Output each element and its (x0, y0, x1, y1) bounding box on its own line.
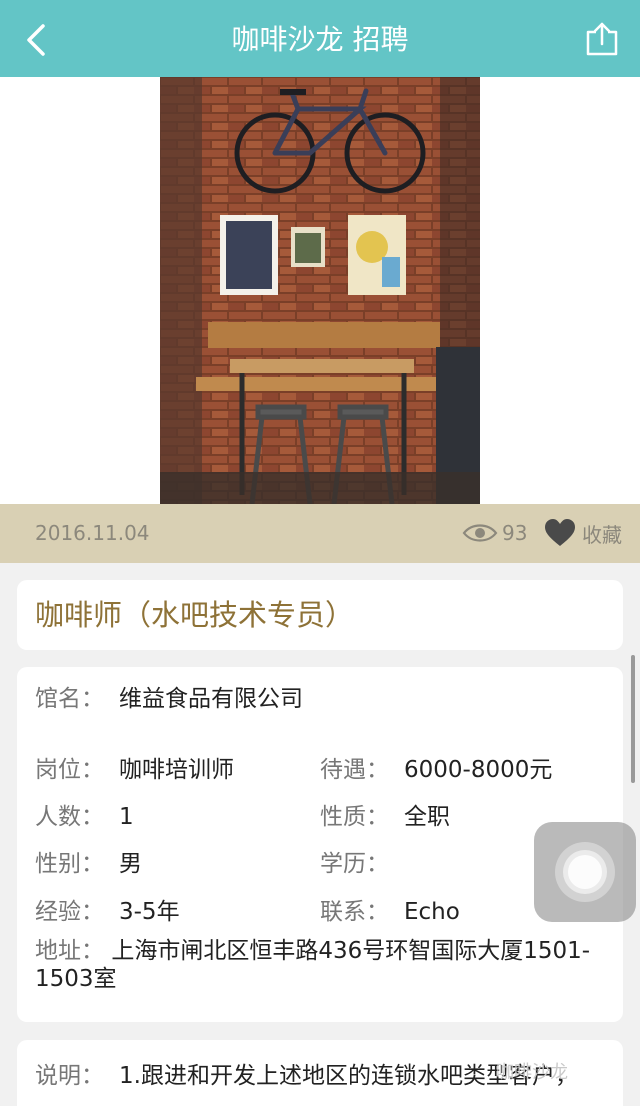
cafe-photo[interactable] (160, 77, 480, 504)
job-details-card: 馆名： 维益食品有限公司 岗位： 咖啡培训师 待遇： 6000-8000元 人数： 1 … (17, 667, 623, 1022)
assistive-touch-ring-inner (568, 855, 602, 889)
salary-row: 待遇： 6000-8000元 (320, 754, 552, 786)
contact-value: Echo (404, 899, 460, 925)
page-title: 咖啡沙龙 招聘 (231, 23, 409, 56)
favorite-button[interactable]: 收藏 (544, 516, 622, 550)
description-label: 说明： (35, 1063, 104, 1089)
position-row: 岗位： 咖啡培训师 (35, 754, 234, 786)
gender-value: 男 (119, 851, 142, 877)
job-title: 咖啡师（水吧技术专员） (35, 598, 355, 632)
headcount-label: 人数： (35, 804, 104, 830)
job-title-card: 咖啡师（水吧技术专员） (17, 580, 623, 650)
address-row: 地址： 上海市闸北区恒丰路436号环智国际大厦1501-1503室 (35, 937, 595, 993)
hero-area (0, 77, 640, 504)
eye-icon (462, 524, 498, 542)
company-value: 维益食品有限公司 (119, 686, 303, 712)
salary-value: 6000-8000元 (404, 757, 553, 783)
post-meta-bar: 2016.11.04 93 收藏 (0, 504, 640, 563)
share-button[interactable] (584, 20, 620, 58)
scroll-indicator[interactable] (631, 655, 635, 783)
address-value: 上海市闸北区恒丰路436号环智国际大厦1501-1503室 (35, 938, 591, 992)
assistive-touch-button[interactable] (534, 822, 636, 922)
view-count-value: 93 (502, 521, 528, 545)
headcount-row: 人数： 1 (35, 801, 134, 833)
headcount-value: 1 (119, 804, 134, 830)
experience-row: 经验： 3-5年 (35, 896, 180, 928)
position-value: 咖啡培训师 (119, 757, 234, 783)
job-type-value: 全职 (404, 804, 450, 830)
address-label: 地址： (35, 938, 104, 964)
watermark: 咖啡沙龙 (496, 1062, 568, 1083)
view-count: 93 (462, 520, 527, 546)
job-type-row: 性质： 全职 (320, 801, 450, 833)
top-navbar: 咖啡沙龙 招聘 (0, 0, 640, 77)
company-label: 馆名： (35, 686, 104, 712)
gender-label: 性别： (35, 851, 104, 877)
favorite-label: 收藏 (582, 522, 622, 547)
education-label: 学历： (320, 851, 389, 877)
gender-row: 性别： 男 (35, 848, 142, 880)
contact-label: 联系： (320, 899, 389, 925)
experience-label: 经验： (35, 899, 104, 925)
contact-row: 联系： Echo (320, 896, 460, 928)
position-label: 岗位： (35, 757, 104, 783)
company-row: 馆名： 维益食品有限公司 (35, 683, 303, 715)
post-date: 2016.11.04 (35, 521, 150, 545)
cafe-photo-illustration (160, 77, 480, 504)
salary-label: 待遇： (320, 757, 389, 783)
share-icon (586, 22, 618, 56)
education-row: 学历： (320, 848, 404, 880)
heart-icon (545, 519, 575, 546)
job-type-label: 性质： (320, 804, 389, 830)
experience-value: 3-5年 (119, 899, 180, 925)
